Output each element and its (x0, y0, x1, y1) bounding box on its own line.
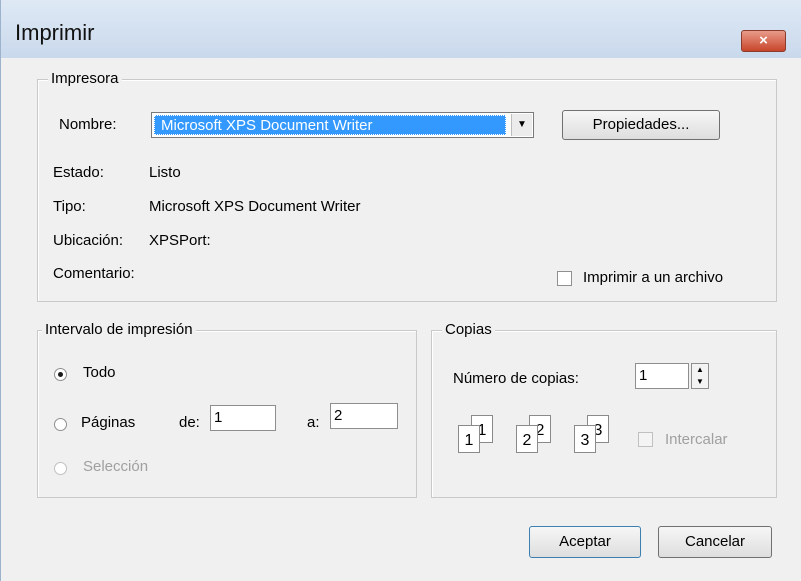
type-label: Tipo: (53, 198, 86, 215)
location-label: Ubicación: (53, 232, 124, 249)
collate-checkbox[interactable] (638, 432, 653, 447)
comment-label: Comentario: (53, 265, 135, 282)
collate-page-3-front: 3 (574, 425, 596, 453)
print-to-file-label[interactable]: Imprimir a un archivo (583, 269, 723, 286)
radio-selection[interactable] (54, 462, 67, 475)
radio-all-label[interactable]: Todo (83, 364, 116, 381)
copies-group: Copias (431, 321, 777, 498)
to-label: a: (307, 414, 320, 431)
radio-all[interactable] (54, 368, 67, 381)
location-value: XPSPort: (149, 232, 211, 249)
spin-down-icon[interactable]: ▼ (692, 376, 708, 388)
printer-group-legend: Impresora (48, 70, 122, 87)
spin-up-icon[interactable]: ▲ (692, 364, 708, 376)
to-page-input[interactable]: 2 (330, 403, 398, 429)
status-value: Listo (149, 164, 181, 181)
properties-button-label: Propiedades... (592, 116, 690, 133)
properties-button[interactable]: Propiedades... (562, 110, 720, 140)
from-label: de: (179, 414, 200, 431)
print-dialog: Imprimir × Impresora Nombre: Microsoft X… (0, 0, 801, 581)
type-value: Microsoft XPS Document Writer (149, 198, 361, 215)
copies-count-label: Número de copias: (453, 370, 579, 387)
print-range-legend: Intervalo de impresión (42, 321, 196, 338)
close-icon: × (759, 32, 768, 49)
radio-selection-label[interactable]: Selección (83, 458, 148, 475)
collate-page-2-front: 2 (516, 425, 538, 453)
copies-legend: Copias (442, 321, 495, 338)
collate-page-1-front: 1 (458, 425, 480, 453)
chevron-down-icon[interactable]: ▼ (511, 114, 532, 136)
radio-selected-dot (58, 372, 63, 377)
from-page-input[interactable]: 1 (210, 405, 276, 431)
copies-spinner[interactable]: ▲ ▼ (691, 363, 709, 389)
radio-pages-label[interactable]: Páginas (81, 414, 135, 431)
cancel-button[interactable]: Cancelar (658, 526, 772, 558)
printer-name-select[interactable]: Microsoft XPS Document Writer ▼ (151, 112, 534, 138)
window-title: Imprimir (15, 20, 95, 45)
print-to-file-checkbox[interactable] (557, 271, 572, 286)
cancel-button-label: Cancelar (684, 533, 746, 550)
ok-button[interactable]: Aceptar (529, 526, 641, 558)
printer-name-label: Nombre: (59, 116, 117, 133)
copies-count-input[interactable]: 1 (635, 363, 689, 389)
close-button[interactable]: × (741, 30, 786, 52)
radio-pages[interactable] (54, 418, 67, 431)
status-label: Estado: (53, 164, 104, 181)
collate-label[interactable]: Intercalar (665, 431, 728, 448)
ok-button-label: Aceptar (559, 533, 611, 550)
title-bar: Imprimir × (1, 0, 801, 58)
printer-name-value: Microsoft XPS Document Writer (154, 115, 506, 135)
